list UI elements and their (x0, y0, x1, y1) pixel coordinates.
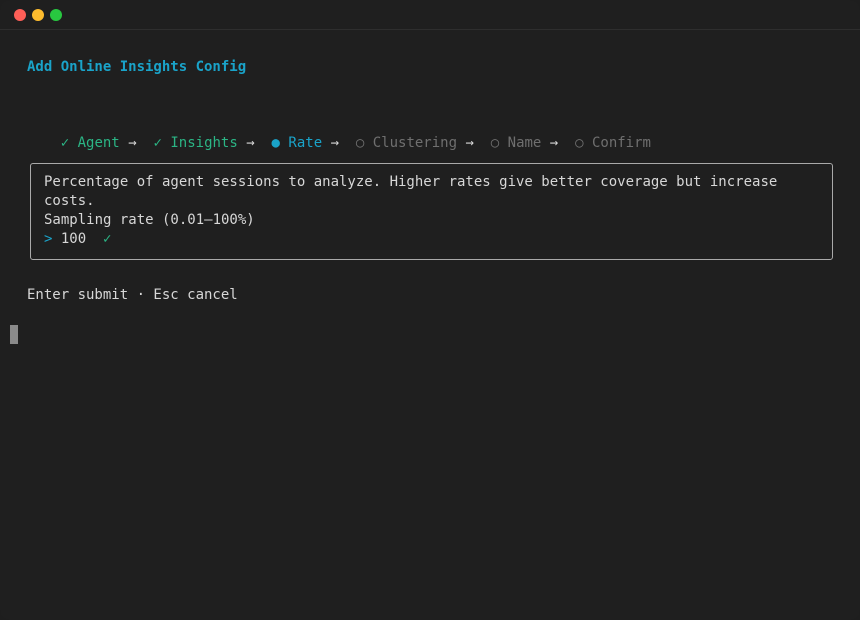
empty-circle-icon: ○ (575, 135, 584, 151)
terminal-cursor (10, 325, 18, 344)
step-insights: ✓ Insights (153, 135, 237, 151)
arrow-right-icon: → (330, 135, 339, 151)
check-icon: ✓ (60, 135, 70, 151)
empty-circle-icon: ○ (355, 135, 365, 151)
input-value[interactable]: 100 (61, 231, 86, 247)
step-label: Name (507, 135, 542, 151)
step-name: ○ Name (491, 135, 542, 151)
field-label: Sampling rate (0.01–100%) (44, 212, 255, 228)
close-window-button[interactable] (14, 9, 26, 21)
wizard-steps: ✓ Agent → ✓ Insights → ● Rate → ○ Cluste… (27, 116, 651, 151)
step-label: Clustering (372, 135, 458, 151)
valid-check-icon: ✓ (103, 231, 112, 247)
prompt-icon: > (44, 231, 53, 247)
terminal-window: Add Online Insights Config ✓ Agent → ✓ I… (0, 0, 860, 620)
step-rate: ● Rate (272, 135, 323, 151)
step-clustering: ○ Clustering (356, 135, 457, 151)
step-label: Agent (77, 135, 120, 151)
check-icon: ✓ (153, 135, 162, 151)
field-description: Percentage of agent sessions to analyze.… (44, 174, 778, 190)
input-panel: Percentage of agent sessions to analyze.… (30, 163, 833, 260)
step-confirm: ○ Confirm (575, 135, 651, 151)
minimize-window-button[interactable] (32, 9, 44, 21)
step-label: Rate (288, 135, 323, 151)
step-agent: ✓ Agent (61, 135, 120, 151)
field-description-continued: costs. (44, 193, 95, 209)
arrow-right-icon: → (246, 135, 255, 151)
page-title: Add Online Insights Config (27, 59, 247, 75)
arrow-right-icon: → (465, 135, 474, 151)
step-label: Insights (170, 135, 238, 151)
arrow-right-icon: → (549, 135, 559, 151)
keyboard-hint: Enter submit · Esc cancel (27, 287, 238, 303)
filled-circle-icon: ● (271, 135, 280, 151)
zoom-window-button[interactable] (50, 9, 62, 21)
title-bar (0, 0, 860, 30)
empty-circle-icon: ○ (490, 135, 500, 151)
step-label: Confirm (591, 135, 651, 151)
arrow-right-icon: → (128, 135, 137, 151)
sampling-rate-input[interactable]: > 100 ✓ (44, 230, 111, 249)
